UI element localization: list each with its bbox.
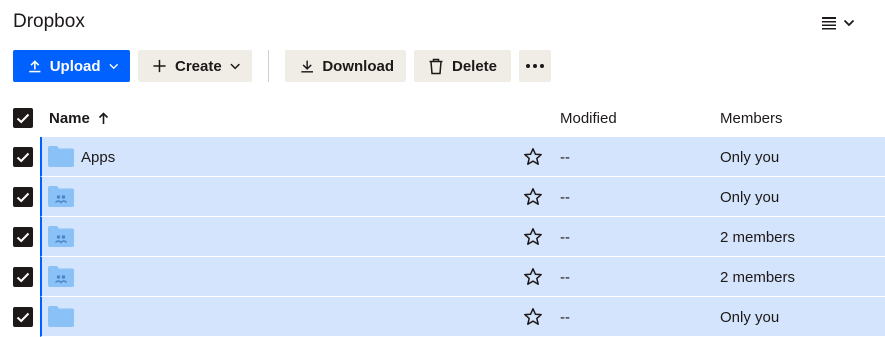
column-header-name[interactable]: Name	[49, 110, 109, 127]
delete-label: Delete	[452, 57, 498, 75]
checkmark-icon	[16, 192, 30, 202]
checkmark-icon	[16, 272, 30, 282]
sort-ascending-icon	[98, 112, 108, 124]
column-header-members[interactable]: Members	[720, 110, 783, 127]
shared-folder-icon	[48, 186, 74, 207]
column-header-modified[interactable]: Modified	[560, 110, 617, 127]
star-icon[interactable]	[523, 227, 543, 247]
file-table: Name Modified Members Apps -- Only you -…	[13, 100, 885, 337]
page-title: Dropbox	[13, 11, 85, 32]
download-icon	[301, 60, 313, 73]
row-modified: --	[560, 229, 570, 246]
upload-button[interactable]: Upload	[13, 50, 130, 82]
row-members: 2 members	[720, 269, 796, 286]
table-row[interactable]: Apps -- Only you	[13, 137, 885, 177]
more-actions-button[interactable]	[519, 50, 551, 82]
checkmark-icon	[16, 232, 30, 242]
chevron-down-icon	[108, 63, 118, 69]
table-row[interactable]: -- Only you	[13, 297, 885, 337]
header: Dropbox	[13, 10, 885, 36]
upload-label: Upload	[49, 57, 101, 75]
column-name-label: Name	[49, 110, 90, 127]
download-label: Download	[322, 57, 394, 75]
row-members: Only you	[720, 189, 780, 206]
row-members: Only you	[720, 309, 780, 326]
table-row[interactable]: -- 2 members	[13, 257, 885, 297]
list-view-icon	[822, 17, 836, 30]
select-all-checkbox[interactable]	[13, 108, 33, 128]
star-icon[interactable]	[523, 147, 543, 167]
shared-folder-icon	[48, 226, 74, 247]
row-checkbox[interactable]	[13, 227, 33, 247]
create-button[interactable]: Create	[138, 50, 252, 82]
chevron-down-icon	[230, 63, 240, 69]
table-header: Name Modified Members	[13, 100, 885, 137]
row-checkbox[interactable]	[13, 147, 33, 167]
folder-icon	[48, 306, 74, 327]
star-icon[interactable]	[523, 267, 543, 287]
chevron-down-icon	[843, 19, 855, 27]
toolbar-divider	[268, 50, 269, 82]
more-horizontal-icon	[526, 64, 544, 68]
row-name[interactable]: Apps	[81, 149, 115, 166]
shared-folder-icon	[48, 266, 74, 287]
row-modified: --	[560, 309, 570, 326]
row-modified: --	[560, 189, 570, 206]
row-members: Only you	[720, 149, 780, 166]
row-checkbox[interactable]	[13, 187, 33, 207]
upload-icon	[29, 60, 41, 73]
table-row[interactable]: -- Only you	[13, 177, 885, 217]
checkmark-icon	[16, 113, 30, 123]
action-toolbar: Upload Create Download Delete	[13, 50, 551, 82]
table-body: Apps -- Only you -- Only you -- 2 member…	[13, 137, 885, 337]
download-button[interactable]: Download	[285, 50, 406, 82]
row-modified: --	[560, 149, 570, 166]
create-label: Create	[174, 57, 222, 75]
star-icon[interactable]	[523, 307, 543, 327]
view-options-button[interactable]	[821, 12, 873, 34]
checkmark-icon	[16, 312, 30, 322]
plus-icon	[153, 59, 166, 73]
row-members: 2 members	[720, 229, 796, 246]
table-row[interactable]: -- 2 members	[13, 217, 885, 257]
row-checkbox[interactable]	[13, 267, 33, 287]
row-modified: --	[560, 269, 570, 286]
trash-icon	[429, 58, 443, 74]
folder-icon	[48, 146, 74, 167]
checkmark-icon	[16, 152, 30, 162]
delete-button[interactable]: Delete	[414, 50, 511, 82]
row-checkbox[interactable]	[13, 307, 33, 327]
star-icon[interactable]	[523, 187, 543, 207]
